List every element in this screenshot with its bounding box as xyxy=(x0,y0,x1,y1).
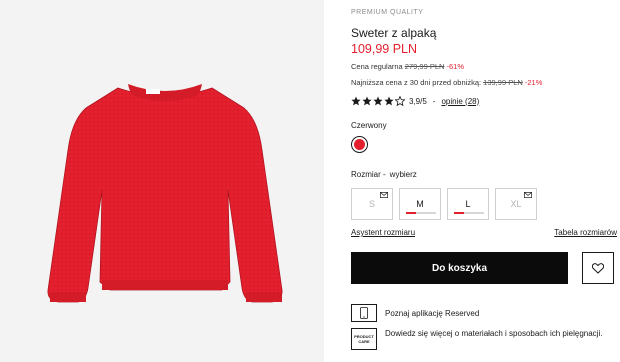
add-to-cart-button[interactable]: Do koszyka xyxy=(351,252,568,284)
app-promo-text: Poznaj aplikację Reserved xyxy=(385,308,480,318)
size-assistant-link[interactable]: Asystent rozmiaru xyxy=(351,228,415,237)
lowest-discount: -21% xyxy=(524,78,543,87)
product-price: 109,99 PLN xyxy=(351,42,418,56)
size-option-label: M xyxy=(416,199,424,209)
size-option-label: XL xyxy=(510,199,522,209)
swatch-fill xyxy=(354,139,365,150)
stock-level-bar xyxy=(406,212,436,214)
product-title: Sweter z alpaką xyxy=(351,26,437,40)
star-full-icon xyxy=(362,96,372,106)
size-choose: wybierz xyxy=(389,170,417,179)
size-table-link[interactable]: Tabela rozmiarów xyxy=(554,228,617,237)
lowest-price-label: Najniższa cena z 30 dni przed obniżką: xyxy=(351,78,482,87)
size-label: Rozmiar - xyxy=(351,170,386,179)
rating-row: 3,9/5 - opinie (28) xyxy=(351,96,479,106)
star-full-icon xyxy=(373,96,383,106)
product-care-badge: PRODUCT CARE xyxy=(351,328,377,350)
lowest-price-line: Najniższa cena z 30 dni przed obniżką: 1… xyxy=(351,78,542,87)
size-option-xl[interactable]: XL xyxy=(495,188,537,220)
rating-value: 3,9/5 xyxy=(409,96,427,106)
product-image[interactable] xyxy=(0,0,324,362)
envelope-icon xyxy=(380,192,388,198)
color-label: Czerwony xyxy=(351,121,387,130)
size-option-l[interactable]: L xyxy=(447,188,489,220)
size-option-m[interactable]: M xyxy=(399,188,441,220)
size-options: S M L XL xyxy=(351,188,537,220)
phone-icon xyxy=(351,304,377,322)
color-swatch-red[interactable] xyxy=(351,136,368,153)
reviews-link[interactable]: opinie (28) xyxy=(441,97,479,106)
product-info-panel: PREMIUM QUALITY Sweter z alpaką 109,99 P… xyxy=(351,0,617,362)
envelope-icon xyxy=(524,192,532,198)
rating-separator: - xyxy=(432,96,436,106)
star-empty-icon xyxy=(395,96,405,106)
size-option-label: L xyxy=(465,199,471,209)
regular-price-line: Cena regularna 279,99 PLN -61% xyxy=(351,62,464,71)
care-promo-text: Dowiedz się więcej o materiałach i sposo… xyxy=(385,329,603,338)
premium-quality-label: PREMIUM QUALITY xyxy=(351,9,424,16)
sweater-illustration xyxy=(47,84,283,303)
rating-stars xyxy=(351,96,405,106)
regular-price-value: 279,99 PLN xyxy=(404,62,445,71)
wishlist-button[interactable] xyxy=(582,252,614,284)
star-full-icon xyxy=(384,96,394,106)
heart-icon xyxy=(592,262,604,274)
care-promo[interactable]: PRODUCT CARE Dowiedz się więcej o materi… xyxy=(351,328,615,350)
lowest-price-value: 139,99 PLN xyxy=(483,78,523,87)
size-label-row: Rozmiar - wybierz xyxy=(351,170,417,179)
regular-discount: -61% xyxy=(446,62,465,71)
app-promo[interactable]: Poznaj aplikację Reserved xyxy=(351,304,479,322)
stock-level-bar xyxy=(454,212,484,214)
size-option-label: S xyxy=(368,199,375,209)
size-option-s[interactable]: S xyxy=(351,188,393,220)
regular-price-label: Cena regularna xyxy=(351,62,403,71)
star-full-icon xyxy=(351,96,361,106)
